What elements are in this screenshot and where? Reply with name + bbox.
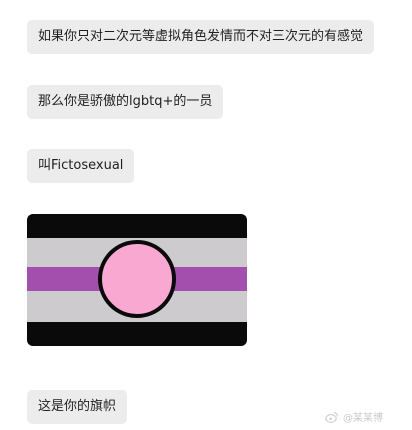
fictosexual-flag-image: [27, 214, 247, 346]
message-bubble-3[interactable]: 叫Fictosexual: [27, 149, 135, 183]
message-bubble-1[interactable]: 如果你只对二次元等虚拟角色发情而不对三次元的有感觉: [27, 20, 375, 54]
flag-pink-circle: [98, 240, 176, 318]
message-text: 如果你只对二次元等虚拟角色发情而不对三次元的有感觉: [38, 29, 364, 44]
message-text: 这是你的旗帜: [38, 399, 117, 414]
message-text: 叫Fictosexual: [38, 158, 124, 173]
weibo-logo-icon: [325, 411, 338, 423]
flag-image-message[interactable]: [27, 214, 247, 346]
message-text: 那么你是骄傲的lgbtq+的一员: [38, 94, 213, 109]
weibo-watermark: @某某博: [325, 409, 383, 424]
message-bubble-4[interactable]: 这是你的旗帜: [27, 390, 128, 424]
watermark-text: @某某博: [343, 413, 383, 424]
message-bubble-2[interactable]: 那么你是骄傲的lgbtq+的一员: [27, 85, 224, 119]
